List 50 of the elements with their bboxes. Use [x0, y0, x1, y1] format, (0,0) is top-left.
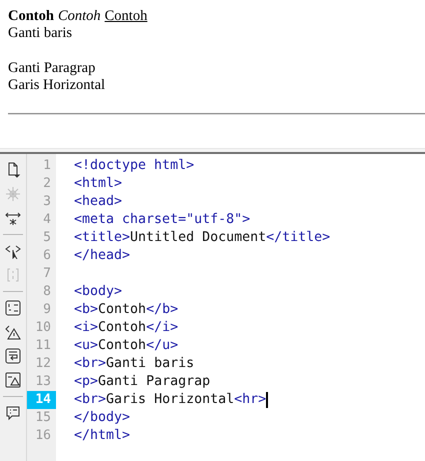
text-cursor — [266, 392, 268, 408]
view-splitter[interactable] — [0, 148, 425, 154]
expand-icon — [5, 210, 21, 226]
preview-text: Contoh — [58, 8, 101, 24]
line-number: 1 — [42, 157, 52, 175]
code-line: <u>Contoh</u> — [74, 337, 178, 355]
line-number: 8 — [42, 283, 52, 301]
line-number: 4 — [42, 211, 52, 229]
line-number: 3 — [42, 193, 52, 211]
code-line: </head> — [74, 247, 130, 265]
preview-text: Ganti baris — [8, 25, 72, 41]
line-number: 9 — [42, 301, 52, 319]
preview-text: Ganti Paragrap — [8, 60, 96, 76]
code-line: <b>Contoh</b> — [74, 301, 178, 319]
preview-text: Contoh — [104, 8, 148, 24]
line-number: 11 — [34, 337, 52, 355]
line-number: 2 — [42, 175, 52, 193]
line-numbers-icon — [5, 300, 21, 316]
code-line: <p>Ganti Paragrap — [74, 373, 210, 391]
line-number: 10 — [34, 319, 52, 337]
comment-icon — [5, 405, 21, 421]
code-line: </html> — [74, 427, 130, 445]
line-number: 12 — [34, 355, 52, 373]
toolbar-button[interactable] — [3, 298, 23, 318]
line-number: 13 — [34, 373, 52, 391]
preview-text: Garis Horizontal — [8, 77, 106, 93]
code-line: <title>Untitled Document</title> — [74, 229, 330, 247]
code-line: <head> — [74, 193, 122, 211]
word-wrap-icon — [5, 348, 21, 364]
line-number: 15 — [34, 409, 52, 427]
code-line: <br>Garis Horizontal<hr> — [74, 391, 266, 409]
code-line: </body> — [74, 409, 130, 427]
toolbar-button[interactable] — [3, 370, 23, 390]
line-number: 6 — [42, 247, 52, 265]
warning-icon — [5, 324, 21, 340]
line-number: 16 — [34, 427, 52, 445]
line-number: 5 — [42, 229, 52, 247]
code-line: <meta charset="utf-8"> — [74, 211, 250, 229]
toolbar-button[interactable] — [3, 346, 23, 366]
code-line: <br>Ganti baris — [74, 355, 194, 373]
line-number: 14 — [27, 391, 56, 409]
code-line: <i>Contoh</i> — [74, 319, 178, 337]
bug-icon — [5, 186, 21, 202]
braces-icon — [5, 267, 21, 283]
code-line: <!doctype html> — [74, 157, 194, 175]
code-line: <body> — [74, 283, 122, 301]
line-number: 7 — [42, 265, 52, 283]
tag-cursor-icon — [5, 243, 21, 259]
preview-text: Contoh — [8, 8, 54, 24]
code-line: <html> — [74, 175, 122, 193]
